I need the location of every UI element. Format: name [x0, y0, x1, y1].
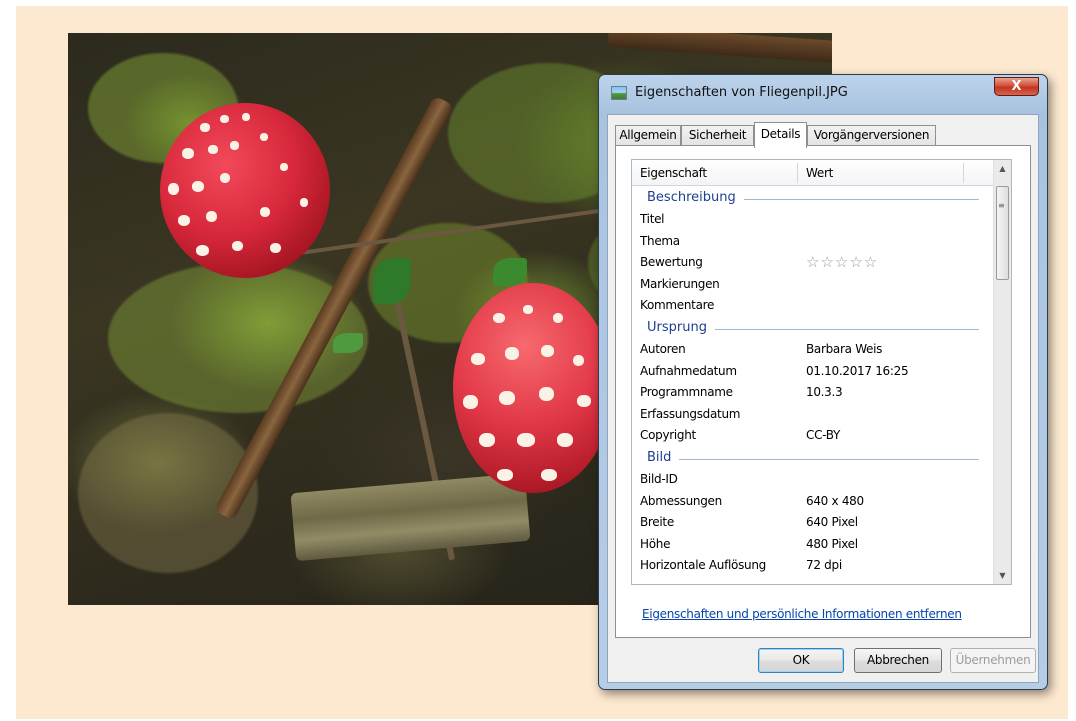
scroll-up-icon[interactable]: ▲	[994, 160, 1011, 177]
dialog-titlebar[interactable]: Eigenschaften von Fliegenpil.JPG X	[599, 75, 1047, 113]
scroll-down-icon[interactable]: ▼	[994, 567, 1011, 584]
close-button[interactable]: X	[994, 77, 1039, 96]
list-header: Eigenschaft Wert	[632, 160, 994, 186]
group-header-beschreibung: Beschreibung	[632, 187, 994, 209]
vertical-scrollbar[interactable]: ▲ ≡ ▼	[993, 160, 1011, 584]
table-row[interactable]: Titel	[632, 209, 994, 231]
table-row[interactable]: Horizontale Auflösung 72 dpi	[632, 555, 994, 577]
group-header-ursprung: Ursprung	[632, 317, 994, 339]
tab-details[interactable]: Details	[754, 122, 807, 148]
property-list[interactable]: Eigenschaft Wert Beschreibung Titel Them…	[631, 159, 1012, 585]
table-row[interactable]: Markierungen	[632, 274, 994, 296]
details-panel: Eigenschaft Wert Beschreibung Titel Them…	[615, 145, 1031, 638]
column-header-property[interactable]: Eigenschaft	[632, 160, 797, 186]
rating-stars[interactable]: ☆☆☆☆☆	[806, 252, 878, 274]
grip-icon: ≡	[998, 201, 1005, 210]
table-row[interactable]: Copyright CC-BY	[632, 425, 994, 447]
tab-sicherheit[interactable]: Sicherheit	[681, 125, 754, 146]
table-row[interactable]: Erfassungsdatum	[632, 404, 994, 426]
dialog-title: Eigenschaften von Fliegenpil.JPG	[635, 85, 848, 100]
properties-dialog: Eigenschaften von Fliegenpil.JPG X Allge…	[598, 74, 1048, 690]
property-rows: Beschreibung Titel Thema Bewertung ☆☆☆☆☆ …	[632, 187, 994, 577]
table-row[interactable]: Kommentare	[632, 295, 994, 317]
table-row[interactable]: Thema	[632, 231, 994, 253]
cancel-button[interactable]: Abbrechen	[854, 648, 942, 673]
apply-button[interactable]: Übernehmen	[950, 648, 1036, 673]
tab-vorgaengerversionen[interactable]: Vorgängerversionen	[807, 125, 936, 146]
ok-button[interactable]: OK	[758, 648, 844, 673]
dialog-client-area: Allgemein Sicherheit Details Vorgängerve…	[607, 114, 1039, 683]
tab-allgemein[interactable]: Allgemein	[615, 125, 681, 146]
table-row[interactable]: Autoren Barbara Weis	[632, 339, 994, 361]
table-row[interactable]: Abmessungen 640 x 480	[632, 491, 994, 513]
table-row[interactable]: Höhe 480 Pixel	[632, 534, 994, 556]
group-header-bild: Bild	[632, 447, 994, 469]
remove-properties-link[interactable]: Eigenschaften und persönliche Informatio…	[642, 607, 962, 621]
column-header-value[interactable]: Wert	[798, 160, 963, 186]
column-separator[interactable]	[963, 163, 964, 183]
table-row[interactable]: Aufnahmedatum 01.10.2017 16:25	[632, 361, 994, 383]
image-file-icon	[611, 86, 627, 100]
table-row[interactable]: Bild-ID	[632, 469, 994, 491]
table-row[interactable]: Breite 640 Pixel	[632, 512, 994, 534]
table-row[interactable]: Bewertung ☆☆☆☆☆	[632, 252, 994, 274]
table-row[interactable]: Programmname 10.3.3	[632, 382, 994, 404]
